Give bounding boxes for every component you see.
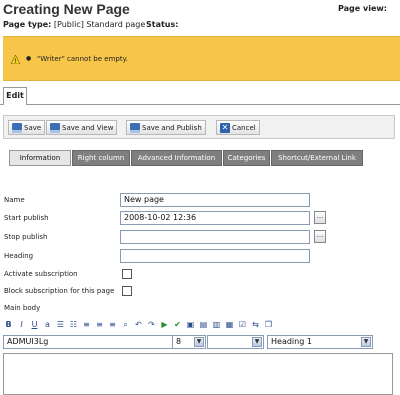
font-select[interactable]: ADMUI3Lg ▼ xyxy=(3,335,196,349)
underline-icon[interactable]: U xyxy=(29,319,40,330)
warning-message: "Writer" cannot be empty. xyxy=(26,55,128,63)
activate-subscription-checkbox[interactable] xyxy=(122,269,132,279)
warning-icon: ! xyxy=(11,55,20,64)
link-icon[interactable]: ▥ xyxy=(211,319,222,330)
redo-icon[interactable]: ↷ xyxy=(146,319,157,330)
status-label: Status: xyxy=(146,20,179,29)
text-style-icon[interactable]: a xyxy=(42,319,53,330)
size-select[interactable]: 8 ▼ xyxy=(172,335,206,349)
tab-shortcut-external-link[interactable]: Shortcut/External Link xyxy=(271,150,363,166)
activate-subscription-label: Activate subscription xyxy=(4,270,78,278)
bullet-list-icon[interactable]: ☷ xyxy=(68,319,79,330)
swap-icon[interactable]: ⇆ xyxy=(250,319,261,330)
format-select-value: Heading 1 xyxy=(271,337,312,346)
chevron-down-icon: ▼ xyxy=(252,337,262,347)
size-select-value: 8 xyxy=(176,337,182,346)
save-button-label: Save xyxy=(24,123,42,132)
tab-advanced-information[interactable]: Advanced Information xyxy=(131,150,222,166)
stop-publish-field[interactable] xyxy=(120,230,310,244)
font-select-value: ADMUI3Lg xyxy=(7,337,49,346)
format-select[interactable]: Heading 1 ▼ xyxy=(267,335,373,349)
align-right-icon[interactable]: ≡ xyxy=(107,319,118,330)
page-title: Creating New Page xyxy=(3,1,130,17)
cancel-button-label: Cancel xyxy=(232,123,256,132)
start-publish-label: Start publish xyxy=(4,214,49,222)
save-and-publish-button[interactable]: Save and Publish xyxy=(126,120,206,135)
tab-right-column[interactable]: Right column xyxy=(72,150,130,166)
tab-edit[interactable]: Edit xyxy=(3,87,27,105)
heading-field[interactable] xyxy=(120,249,310,263)
document-icon[interactable]: ▤ xyxy=(198,319,209,330)
main-body-label: Main body xyxy=(4,304,41,312)
save-and-publish-label: Save and Publish xyxy=(142,123,202,132)
table-icon[interactable]: ▦ xyxy=(224,319,235,330)
name-field[interactable]: New page xyxy=(120,193,310,207)
svg-text:!: ! xyxy=(14,58,17,64)
tab-categories[interactable]: Categories xyxy=(223,150,270,166)
chevron-down-icon: ▼ xyxy=(361,337,371,347)
check-icon[interactable]: ☑ xyxy=(237,319,248,330)
page-view-label: Page view: xyxy=(338,4,387,13)
editor-toolbar: B I U a ☰ ☷ ≡ ≡ ≡ ⌕ ↶ ↷ ▶ ✔ ▣ ▤ ▥ ▦ ☑ ⇆ … xyxy=(3,318,393,330)
align-center-icon[interactable]: ≡ xyxy=(94,319,105,330)
property-tabs: Information Right column Advanced Inform… xyxy=(3,150,395,166)
save-view-icon xyxy=(50,122,60,133)
start-publish-field[interactable]: 2008-10-02 12:36 xyxy=(120,211,310,225)
page-type-label: Page type: xyxy=(3,20,52,29)
edit-tab-strip: Edit xyxy=(0,85,400,105)
numbered-list-icon[interactable]: ☰ xyxy=(55,319,66,330)
cancel-button[interactable]: ✕ Cancel xyxy=(216,120,260,135)
validation-warning: ! "Writer" cannot be empty. xyxy=(3,36,400,81)
save-publish-icon xyxy=(130,122,140,133)
name-label: Name xyxy=(4,196,25,204)
block-subscription-checkbox[interactable] xyxy=(122,286,132,296)
save-and-view-button[interactable]: Save and View xyxy=(46,120,118,135)
spellcheck-icon[interactable]: ✔ xyxy=(172,319,183,330)
italic-icon[interactable]: I xyxy=(16,319,27,330)
style-select[interactable]: ▼ xyxy=(207,335,264,349)
preview-icon[interactable]: ▶ xyxy=(159,319,170,330)
align-left-icon[interactable]: ≡ xyxy=(81,319,92,330)
save-button[interactable]: Save xyxy=(8,120,46,135)
action-toolbar: Save Save and View Save and Publish ✕ Ca… xyxy=(3,115,395,139)
heading-label: Heading xyxy=(4,252,34,260)
save-icon xyxy=(12,122,22,133)
save-and-view-label: Save and View xyxy=(62,123,114,132)
window-icon[interactable]: ❐ xyxy=(263,319,274,330)
tab-information[interactable]: Information xyxy=(9,150,71,166)
chevron-down-icon: ▼ xyxy=(194,337,204,347)
main-body-editor[interactable] xyxy=(3,353,393,395)
stop-publish-label: Stop publish xyxy=(4,233,48,241)
block-subscription-label: Block subscription for this page xyxy=(4,287,115,295)
page-type-row: Page type: [Public] Standard page xyxy=(3,20,145,29)
image-icon[interactable]: ▣ xyxy=(185,319,196,330)
start-publish-picker-button[interactable]: ... xyxy=(314,211,326,224)
cancel-icon: ✕ xyxy=(220,122,230,133)
page-type-value: [Public] Standard page xyxy=(53,20,146,29)
bold-icon[interactable]: B xyxy=(3,319,14,330)
undo-icon[interactable]: ↶ xyxy=(133,319,144,330)
find-icon[interactable]: ⌕ xyxy=(120,319,131,330)
stop-publish-picker-button[interactable]: ... xyxy=(314,230,326,243)
